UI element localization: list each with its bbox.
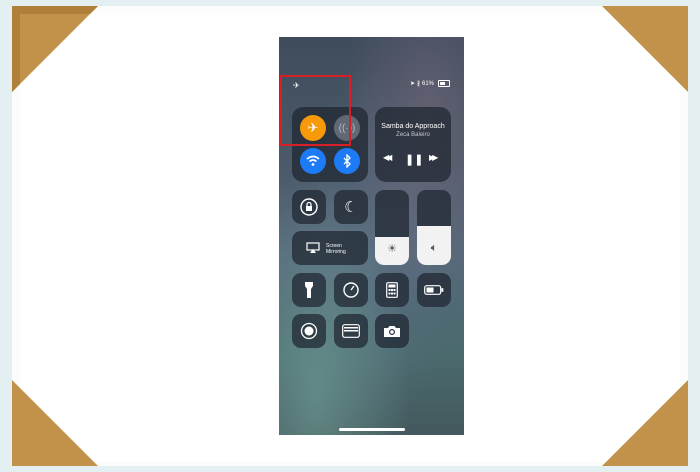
photo-corner-top-left	[12, 6, 98, 92]
song-title: Samba do Approach	[381, 123, 445, 130]
home-indicator[interactable]	[339, 428, 405, 431]
flashlight-button[interactable]	[292, 273, 326, 307]
location-icon: ➤	[409, 81, 415, 87]
camera-icon	[384, 326, 400, 337]
volume-slider[interactable]: 🔈︎	[417, 190, 451, 265]
record-icon	[300, 322, 318, 340]
annotation-highlight-box	[280, 75, 351, 146]
photo-corner-bottom-left	[12, 380, 98, 466]
low-power-mode-button[interactable]	[417, 273, 451, 307]
timer-icon	[343, 282, 359, 298]
moon-icon: ☾	[344, 199, 358, 216]
screen-mirroring-label: Screen Mirroring	[326, 243, 346, 255]
screen-mirroring-icon	[306, 242, 320, 253]
flashlight-icon	[305, 282, 313, 298]
battery-icon-large	[424, 285, 444, 295]
previous-track-button[interactable]: ◀◀	[383, 153, 392, 162]
song-artist: Zeca Baleiro	[396, 132, 430, 138]
photo-corner-top-right	[602, 6, 688, 92]
timer-button[interactable]	[334, 273, 368, 307]
play-pause-button[interactable]: ❚❚	[405, 153, 423, 166]
photo-corner-bottom-right	[602, 380, 688, 466]
wifi-icon	[306, 155, 320, 166]
bluetooth-button[interactable]	[334, 148, 360, 174]
calculator-button[interactable]	[375, 273, 409, 307]
brightness-slider[interactable]: ☀	[375, 190, 409, 265]
battery-percentage: 61%	[421, 80, 434, 87]
bluetooth-icon	[343, 154, 351, 168]
camera-button[interactable]	[375, 314, 409, 348]
next-track-button[interactable]: ▶▶	[429, 153, 438, 162]
rotation-lock-icon	[300, 198, 318, 216]
screen-mirroring-button[interactable]: Screen Mirroring	[292, 231, 368, 265]
calculator-icon	[386, 282, 398, 298]
now-playing-tile[interactable]: Samba do Approach Zeca Baleiro ◀◀ ❚❚ ▶▶	[375, 107, 451, 182]
wifi-button[interactable]	[300, 148, 326, 174]
screen-recording-button[interactable]	[292, 314, 326, 348]
do-not-disturb-button[interactable]: ☾	[334, 190, 368, 224]
battery-icon	[438, 80, 450, 87]
wallet-button[interactable]	[334, 314, 368, 348]
orientation-lock-button[interactable]	[292, 190, 326, 224]
bluetooth-status-icon: ∦	[416, 81, 420, 87]
sun-icon: ☀	[387, 243, 397, 255]
wallet-icon	[342, 324, 360, 338]
speaker-icon: 🔈︎	[430, 242, 438, 254]
status-right-group: ➤ ∦ 61%	[410, 80, 450, 87]
